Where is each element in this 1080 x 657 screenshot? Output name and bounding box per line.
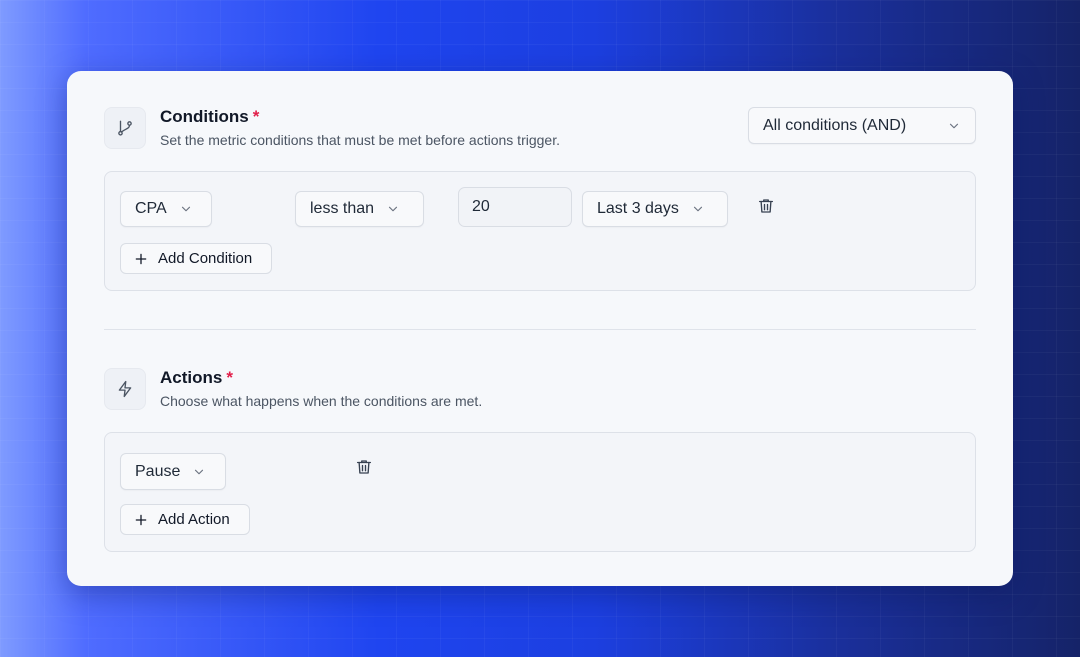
metric-select[interactable]: CPA: [120, 191, 212, 227]
time-window-select[interactable]: Last 3 days: [582, 191, 728, 227]
chevron-down-icon: [179, 202, 193, 216]
trash-icon: [355, 458, 373, 481]
action-select-value: Pause: [135, 462, 181, 480]
actions-subtitle: Choose what happens when the conditions …: [160, 393, 483, 409]
chevron-down-icon: [691, 202, 705, 216]
add-condition-button[interactable]: Add Condition: [120, 243, 272, 274]
chevron-down-icon: [947, 119, 961, 133]
value-input[interactable]: 20: [458, 187, 572, 227]
trash-icon: [757, 197, 775, 220]
conditions-subtitle: Set the metric conditions that must be m…: [160, 132, 560, 148]
chevron-down-icon: [386, 202, 400, 216]
metric-select-value: CPA: [135, 200, 167, 217]
add-condition-label: Add Condition: [158, 250, 253, 267]
conditions-header: Conditions * Set the metric conditions th…: [104, 107, 560, 149]
logic-select[interactable]: All conditions (AND): [748, 107, 976, 144]
conditions-title: Conditions *: [160, 107, 260, 126]
chevron-down-icon: [192, 465, 206, 479]
value-input-text: 20: [472, 198, 490, 215]
section-divider: [104, 329, 976, 330]
actions-panel: Pause Add Action: [104, 432, 976, 552]
actions-header: Actions * Choose what happens when the co…: [104, 368, 482, 410]
plus-icon: [134, 513, 148, 527]
action-select[interactable]: Pause: [120, 453, 226, 490]
delete-condition-button[interactable]: [755, 197, 777, 219]
operator-select-value: less than: [310, 200, 375, 217]
actions-title: Actions *: [160, 368, 233, 387]
conditions-panel: CPA less than 20 Last 3 days Add Conditi…: [104, 171, 976, 291]
plus-icon: [134, 252, 148, 266]
operator-select[interactable]: less than: [295, 191, 424, 227]
git-branch-icon: [104, 107, 146, 149]
lightning-icon: [104, 368, 146, 410]
rule-builder-card: Conditions * Set the metric conditions th…: [67, 71, 1013, 586]
add-action-button[interactable]: Add Action: [120, 504, 250, 535]
required-asterisk: *: [252, 107, 260, 126]
delete-action-button[interactable]: [353, 458, 375, 480]
required-asterisk: *: [226, 368, 233, 387]
logic-select-value: All conditions (AND): [763, 116, 907, 134]
time-window-select-value: Last 3 days: [597, 200, 679, 217]
add-action-label: Add Action: [158, 511, 230, 528]
